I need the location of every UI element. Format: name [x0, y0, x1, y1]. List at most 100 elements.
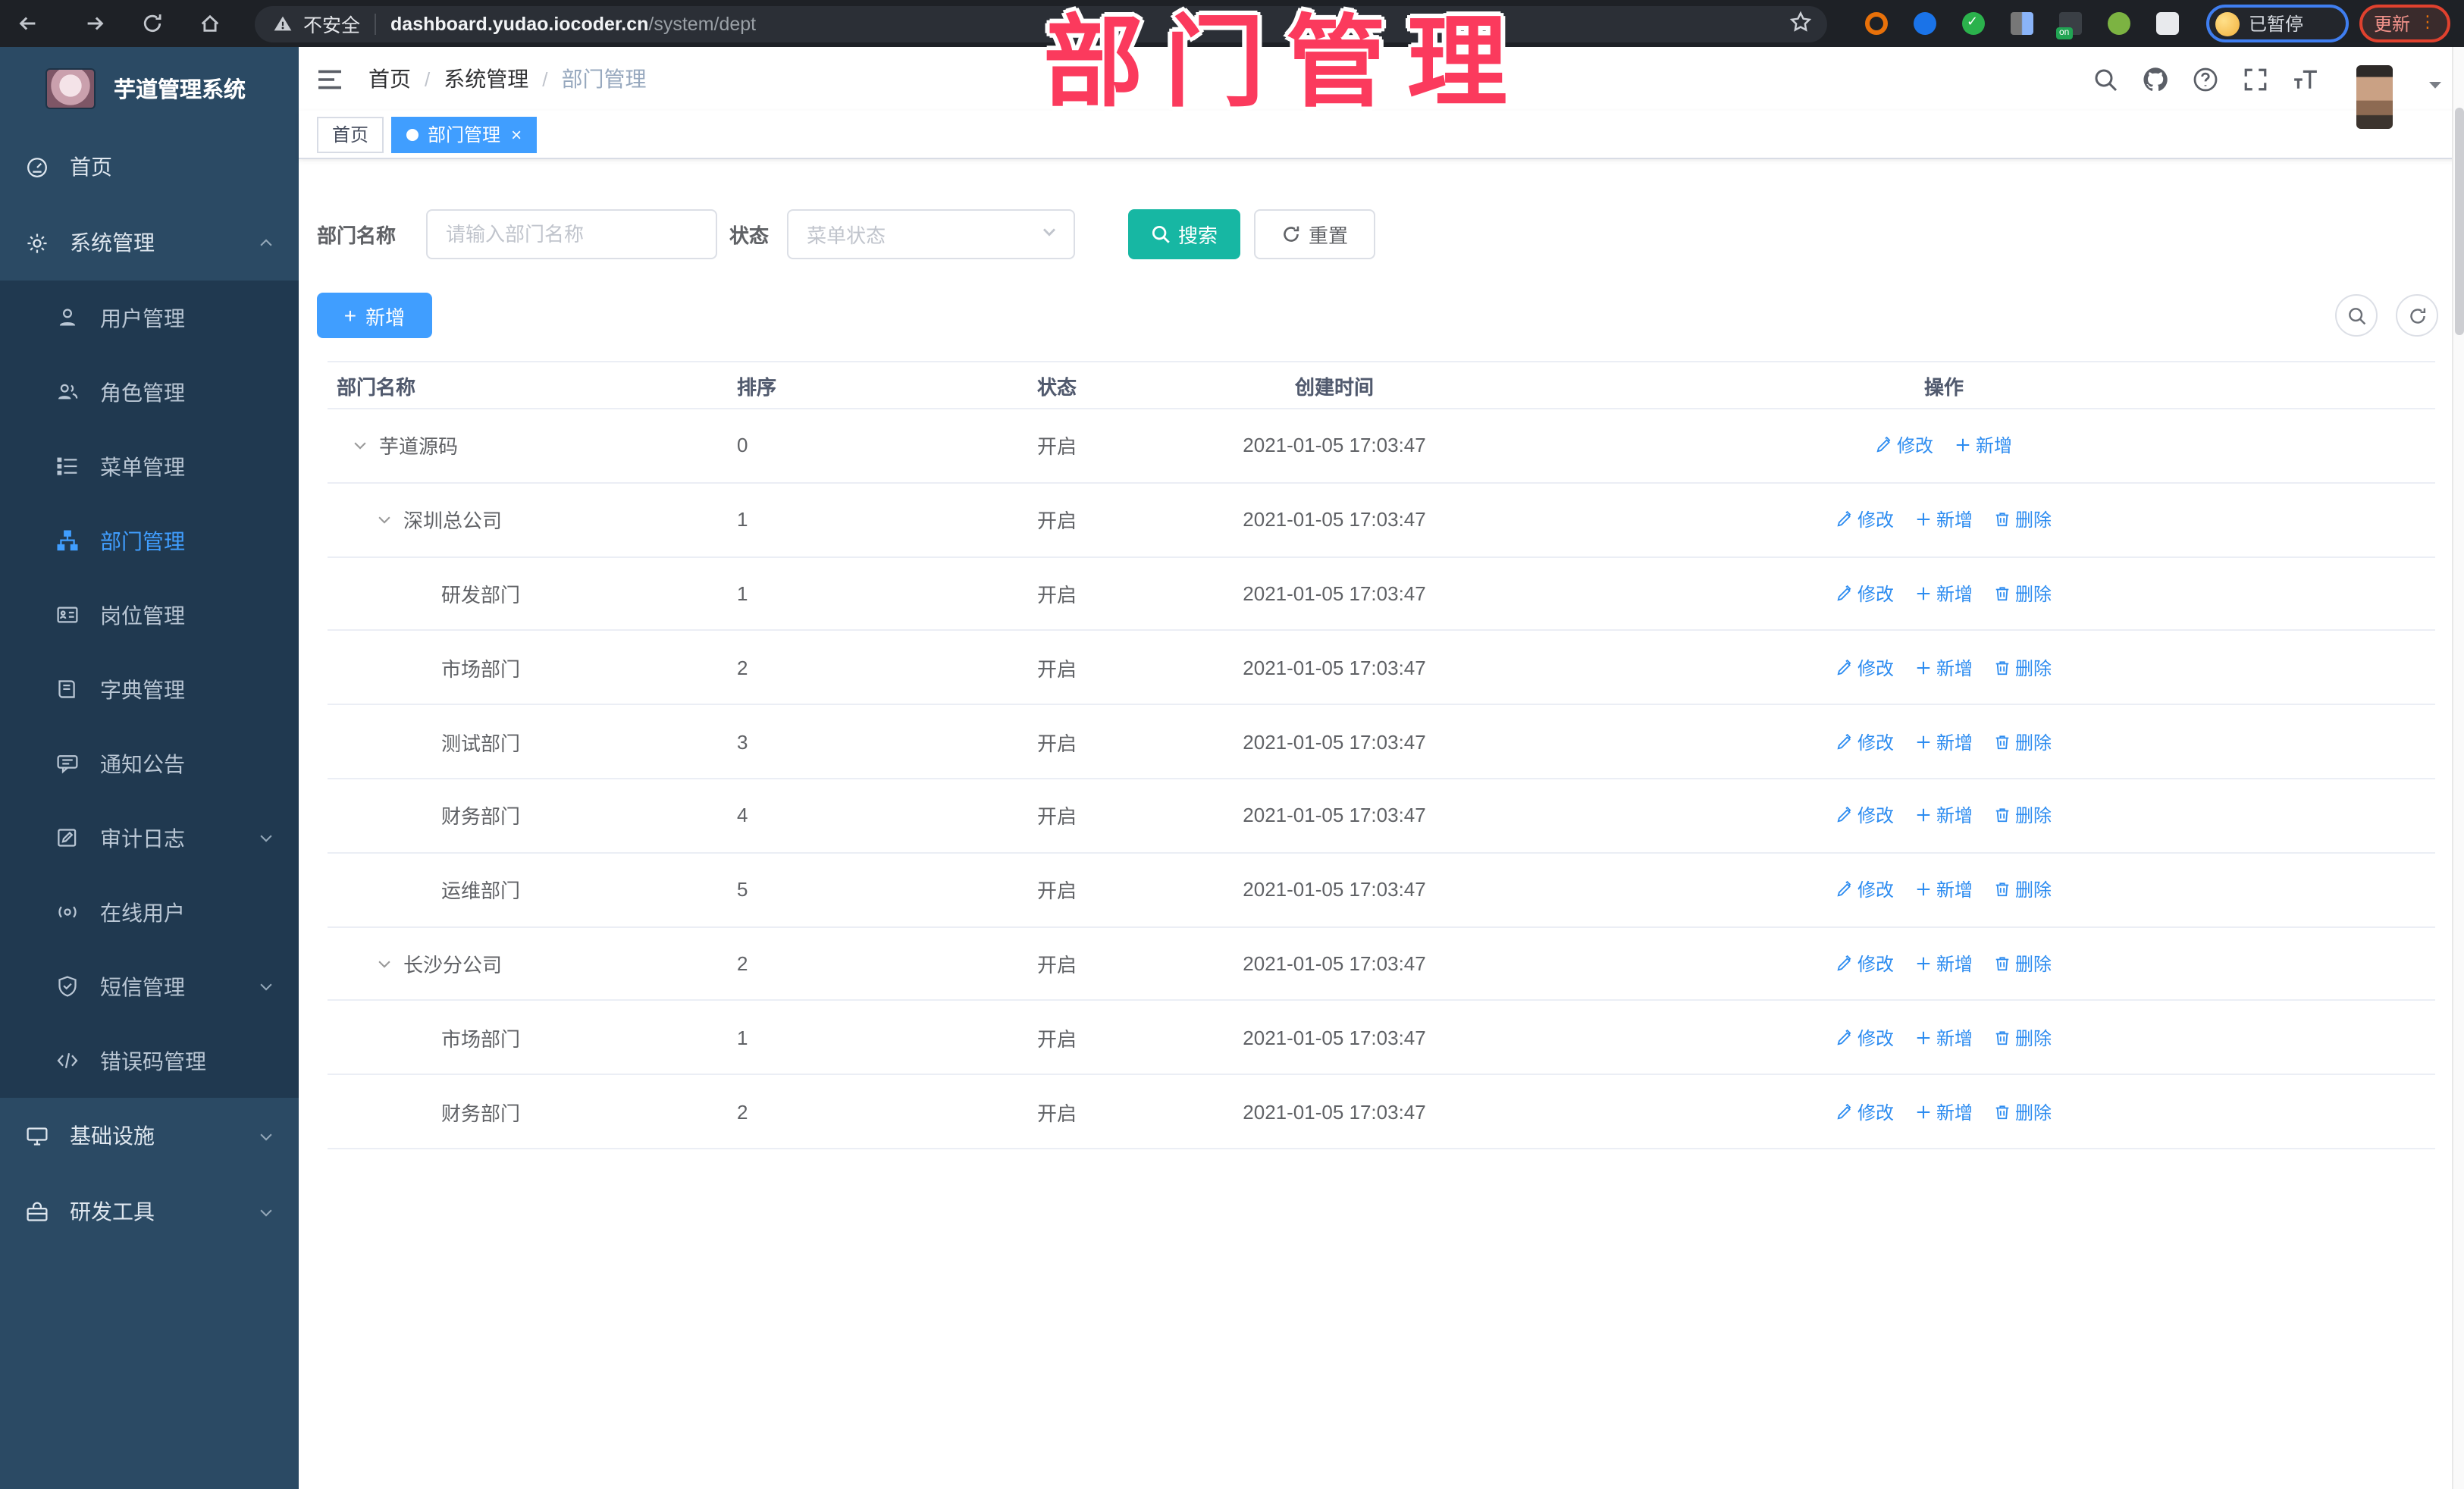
sidebar-item-首页[interactable]: 首页 — [0, 129, 299, 205]
show-search-toggle-icon[interactable] — [2335, 294, 2378, 337]
delete-action-link[interactable]: 删除 — [1994, 1099, 2052, 1124]
edit-action-link[interactable]: 修改 — [1836, 876, 1894, 902]
tree-expand-caret-icon[interactable] — [352, 437, 370, 455]
page-scrollbar[interactable] — [2452, 47, 2464, 1489]
edit-action-link[interactable]: 修改 — [1836, 581, 1894, 607]
add-action-link[interactable]: 新增 — [1915, 951, 1973, 976]
dept-sort: 1 — [737, 1026, 748, 1049]
sidebar-item-label: 短信管理 — [100, 974, 185, 998]
breadcrumb-item-系统管理[interactable]: 系统管理 — [444, 64, 528, 94]
add-action-link[interactable]: 新增 — [1915, 1099, 1973, 1124]
fullscreen-icon[interactable] — [2241, 65, 2268, 92]
add-action-link[interactable]: 新增 — [1915, 1025, 1973, 1051]
tab-dept-management[interactable]: 部门管理 × — [391, 116, 538, 152]
reset-button[interactable]: 重置 — [1254, 209, 1376, 259]
row-actions: 修改 新增 删除 — [1453, 506, 2435, 532]
delete-action-link[interactable]: 删除 — [1994, 803, 2052, 829]
add-action-link[interactable]: 新增 — [1915, 655, 1973, 681]
edit-action-link[interactable]: 修改 — [1836, 655, 1894, 681]
edit-action-link[interactable]: 修改 — [1836, 803, 1894, 829]
sidebar-item-用户管理[interactable]: 用户管理 — [0, 281, 299, 355]
ext-on-badge-icon[interactable]: on — [2056, 12, 2082, 39]
github-icon[interactable] — [2141, 65, 2168, 92]
address-bar[interactable]: 不安全 dashboard.yudao.iocoder.cn/system/de… — [255, 5, 1827, 42]
not-secure-warning-icon — [273, 13, 294, 34]
sidebar-logo-row[interactable]: 芋道管理系统 — [0, 47, 299, 129]
sidebar-item-角色管理[interactable]: 角色管理 — [0, 355, 299, 429]
edit-action-link[interactable]: 修改 — [1836, 951, 1894, 976]
check-glyph: ✓ — [1967, 14, 1979, 29]
delete-action-link[interactable]: 删除 — [1994, 506, 2052, 532]
ext-green-check-icon[interactable]: ✓ — [1962, 12, 1985, 35]
browser-home-icon[interactable] — [197, 11, 223, 36]
add-action-link[interactable]: 新增 — [1915, 729, 1973, 754]
sidebar-item-研发工具[interactable]: 研发工具 — [0, 1174, 299, 1249]
add-action-link[interactable]: 新增 — [1915, 506, 1973, 532]
sidebar-item-错误码管理[interactable]: 错误码管理 — [0, 1023, 299, 1098]
ext-blue-pin-icon[interactable] — [1914, 12, 1936, 35]
edit-action-link[interactable]: 修改 — [1836, 1025, 1894, 1051]
tree-expand-caret-icon[interactable] — [376, 955, 394, 973]
url-host: dashboard.yudao.iocoder.cn — [390, 13, 649, 34]
delete-action-link[interactable]: 删除 — [1994, 581, 2052, 607]
security-label[interactable]: 不安全 — [303, 9, 360, 38]
sidebar-item-基础设施[interactable]: 基础设施 — [0, 1098, 299, 1174]
breadcrumb-item-首页[interactable]: 首页 — [368, 64, 411, 94]
main-area: 首页 / 系统管理 / 部门管理 首页 部门管理 × 部门名称 请输入部门名称 … — [299, 47, 2464, 1489]
dept-created-time: 2021-01-05 17:03:47 — [1243, 581, 1426, 605]
sidebar-item-部门管理[interactable]: 部门管理 — [0, 503, 299, 578]
delete-action-link[interactable]: 删除 — [1994, 1025, 2052, 1051]
sidebar-item-短信管理[interactable]: 短信管理 — [0, 949, 299, 1023]
browser-forward-icon[interactable] — [82, 11, 108, 36]
sidebar-item-审计日志[interactable]: 审计日志 — [0, 801, 299, 875]
refresh-table-icon[interactable] — [2396, 294, 2438, 337]
bookmark-star-icon[interactable] — [1789, 10, 1812, 37]
add-action-link[interactable]: 新增 — [1915, 581, 1973, 607]
sidebar-item-岗位管理[interactable]: 岗位管理 — [0, 578, 299, 652]
sidebar-item-通知公告[interactable]: 通知公告 — [0, 726, 299, 801]
sidebar-item-字典管理[interactable]: 字典管理 — [0, 652, 299, 726]
browser-reload-icon[interactable] — [140, 11, 165, 36]
delete-action-link[interactable]: 删除 — [1994, 729, 2052, 754]
edit-action-link[interactable]: 修改 — [1876, 433, 1933, 459]
dept-name: 财务部门 — [441, 1102, 521, 1125]
hamburger-icon[interactable] — [317, 67, 344, 90]
tree-expand-caret-icon[interactable] — [376, 510, 394, 528]
browser-back-icon[interactable] — [15, 11, 41, 36]
action-label: 新增 — [1936, 805, 1973, 827]
plus-icon — [1915, 881, 1932, 898]
page-scrollbar-thumb[interactable] — [2455, 108, 2464, 335]
avatar-caret-down-icon[interactable] — [2428, 73, 2443, 100]
sidebar-item-系统管理[interactable]: 系统管理 — [0, 205, 299, 281]
delete-action-link[interactable]: 删除 — [1994, 655, 2052, 681]
tab-home[interactable]: 首页 — [317, 116, 384, 152]
sidebar-item-菜单管理[interactable]: 菜单管理 — [0, 429, 299, 503]
ext-grid-icon[interactable] — [2011, 12, 2033, 35]
help-icon[interactable] — [2191, 65, 2218, 92]
delete-action-link[interactable]: 删除 — [1994, 951, 2052, 976]
add-action-link[interactable]: 新增 — [1915, 876, 1973, 902]
add-action-link[interactable]: 新增 — [1915, 803, 1973, 829]
font-size-icon[interactable] — [2291, 65, 2318, 92]
dept-created-time: 2021-01-05 17:03:47 — [1243, 804, 1426, 827]
edit-action-link[interactable]: 修改 — [1836, 1099, 1894, 1124]
add-button[interactable]: + 新增 — [317, 293, 432, 338]
dept-name: 市场部门 — [441, 1027, 521, 1051]
search-button[interactable]: 搜索 — [1128, 209, 1241, 259]
tab-close-icon[interactable]: × — [511, 125, 522, 143]
dept-sort: 2 — [737, 656, 748, 679]
sidebar-item-在线用户[interactable]: 在线用户 — [0, 875, 299, 949]
add-action-link[interactable]: 新增 — [1955, 433, 2012, 459]
dept-name: 芋道源码 — [379, 435, 459, 459]
delete-action-link[interactable]: 删除 — [1994, 876, 2052, 902]
dept-name-input[interactable] — [426, 209, 718, 259]
edit-action-link[interactable]: 修改 — [1836, 729, 1894, 754]
search-icon[interactable] — [2091, 65, 2118, 92]
ext-orange-ring-icon[interactable] — [1865, 12, 1888, 35]
edit-icon — [1836, 1103, 1853, 1120]
status-select[interactable]: 菜单状态 — [787, 209, 1076, 259]
action-label: 删除 — [2015, 879, 2052, 901]
user-avatar[interactable] — [2356, 65, 2393, 129]
edit-action-link[interactable]: 修改 — [1836, 506, 1894, 532]
action-label: 删除 — [2015, 1102, 2052, 1124]
